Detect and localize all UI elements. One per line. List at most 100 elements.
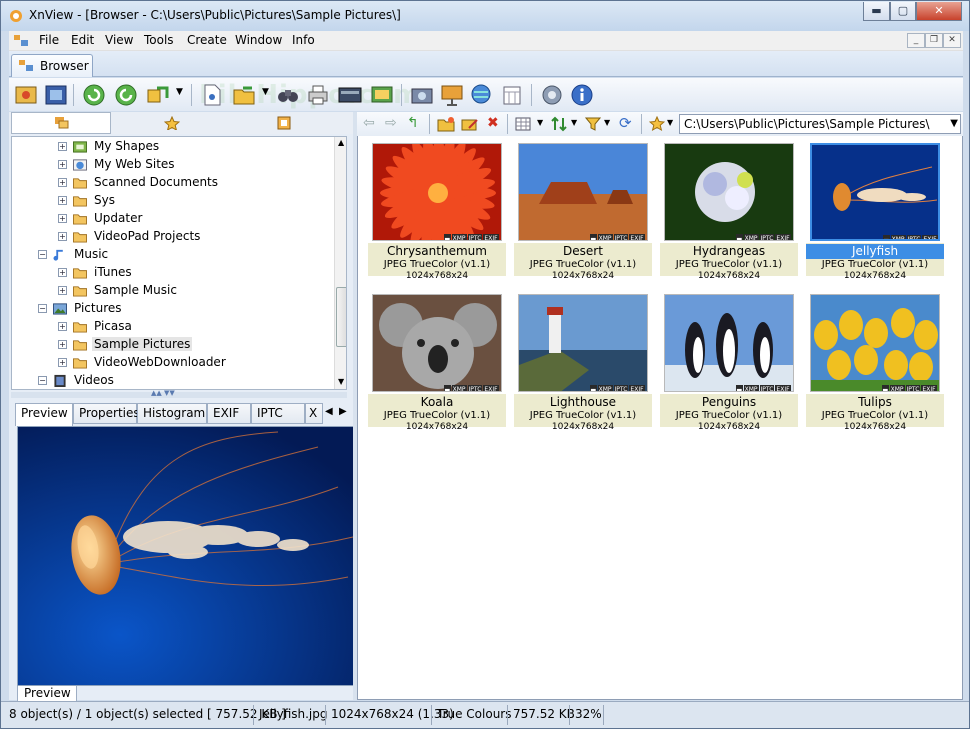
expand-toggle-icon[interactable]: + — [58, 340, 67, 349]
minimize-button[interactable]: ▬ — [863, 2, 890, 21]
thumbnail-item[interactable]: ▄ XMP IPTC EXIF Koala JPEG TrueColor (v1.1) 10… — [368, 287, 506, 432]
tree-node[interactable]: + My Web Sites — [58, 156, 328, 174]
favorite-dropdown-arrow-icon[interactable]: ▼ — [667, 118, 673, 127]
thumbnail-item[interactable]: ▄ XMP IPTC EXIF Lighthouse JPEG TrueColor (v1… — [514, 287, 652, 432]
tab-properties[interactable]: Properties — [73, 403, 140, 424]
preview-bottom-tab[interactable]: Preview — [17, 686, 77, 702]
tree-node[interactable]: − Videos — [38, 372, 308, 389]
expand-toggle-icon[interactable]: + — [58, 358, 67, 367]
tree-node[interactable]: + Sample Pictures — [58, 336, 328, 354]
tab-exif[interactable]: EXIF — [207, 403, 251, 424]
thumbnail-item[interactable]: ▄ XMP IPTC EXIF Desert JPEG TrueColor (v1.1) 1… — [514, 136, 652, 281]
thumbnail-image[interactable]: ▄ XMP IPTC EXIF — [518, 294, 648, 392]
web-page-icon[interactable] — [439, 82, 465, 108]
move-dropdown-arrow-icon[interactable]: ▼ — [262, 87, 269, 97]
tree-node[interactable]: − Pictures — [38, 300, 308, 318]
expand-toggle-icon[interactable]: + — [58, 178, 67, 187]
filter-icon[interactable] — [585, 116, 601, 132]
close-button[interactable]: ✕ — [916, 2, 962, 21]
expand-toggle-icon[interactable]: + — [58, 322, 67, 331]
tree-node[interactable]: + My Shapes — [58, 138, 328, 156]
rotate-left-icon[interactable] — [81, 82, 107, 108]
delete-icon[interactable]: ✖ — [487, 115, 499, 131]
scan-icon[interactable] — [337, 82, 363, 108]
mdi-close-button[interactable]: ✕ — [943, 33, 961, 48]
title-bar[interactable]: XnView - [Browser - C:\Users\Public\Pict… — [1, 1, 969, 31]
settings-gear-icon[interactable] — [539, 82, 565, 108]
menu-tools[interactable]: Tools — [140, 33, 178, 47]
maximize-button[interactable]: ▢ — [890, 2, 916, 21]
collapse-toggle-icon[interactable]: − — [38, 250, 47, 259]
tree-node[interactable]: + VideoWebDownloader — [58, 354, 328, 372]
slideshow-icon[interactable] — [369, 82, 395, 108]
back-arrow-icon[interactable]: ⇦ — [363, 115, 375, 131]
parent-folder-arrow-icon[interactable]: ↰ — [407, 115, 419, 131]
expand-toggle-icon[interactable]: + — [58, 232, 67, 241]
thumbnail-image[interactable]: ▄ XMP IPTC EXIF — [372, 143, 502, 241]
expand-toggle-icon[interactable]: + — [58, 160, 67, 169]
view-dropdown-arrow-icon[interactable]: ▼ — [537, 118, 543, 127]
sort-dropdown-arrow-icon[interactable]: ▼ — [571, 118, 577, 127]
convert-icon[interactable] — [145, 82, 171, 108]
forward-arrow-icon[interactable]: ⇨ — [385, 115, 397, 131]
expand-toggle-icon[interactable]: + — [58, 196, 67, 205]
scroll-down-arrow-icon[interactable]: ▼ — [338, 377, 344, 386]
find-binoculars-icon[interactable] — [275, 82, 301, 108]
globe-icon[interactable] — [469, 82, 495, 108]
tab-folders[interactable] — [11, 112, 111, 134]
thumbnail-image[interactable]: ▄ XMP IPTC EXIF — [518, 143, 648, 241]
menu-info[interactable]: Info — [288, 33, 319, 47]
path-input[interactable]: C:\Users\Public\Pictures\Sample Pictures… — [679, 114, 961, 134]
scroll-up-arrow-icon[interactable]: ▲ — [338, 138, 344, 147]
file-properties-icon[interactable] — [199, 82, 225, 108]
categories-icon[interactable] — [276, 116, 292, 130]
print-icon[interactable] — [305, 82, 331, 108]
thumbnail-item[interactable]: ▄ XMP IPTC EXIF Tulips JPEG TrueColor (v1.1) 1… — [806, 287, 944, 432]
tree-node[interactable]: + Sample Music — [58, 282, 328, 300]
tabs-scroll-left-icon[interactable]: ◀ — [325, 406, 333, 417]
thumbnail-image[interactable]: ▄ XMP IPTC EXIF — [372, 294, 502, 392]
thumbnail-item[interactable]: ▄ XMP IPTC EXIF Hydrangeas JPEG TrueColor (v1… — [660, 136, 798, 281]
rotate-right-icon[interactable] — [113, 82, 139, 108]
expand-toggle-icon[interactable]: + — [58, 214, 67, 223]
menu-edit[interactable]: Edit — [67, 33, 98, 47]
tree-node[interactable]: + Picasa — [58, 318, 328, 336]
thumbnail-item[interactable]: ▄ XMP IPTC EXIF Penguins JPEG TrueColor (v1.1… — [660, 287, 798, 432]
new-folder-icon[interactable] — [437, 116, 455, 132]
refresh-icon[interactable]: ⟳ — [619, 114, 632, 132]
folder-tree[interactable]: + My Shapes + My Web Sites + Scanned Document… — [11, 136, 347, 390]
view-mode-icon[interactable] — [515, 117, 531, 131]
mdi-minimize-button[interactable]: _ — [907, 33, 925, 48]
thumbnail-image[interactable]: ▄ XMP IPTC EXIF — [664, 294, 794, 392]
path-dropdown-arrow-icon[interactable]: ▼ — [950, 118, 958, 129]
horizontal-splitter[interactable]: ▲▲ ▼▼ — [11, 389, 347, 398]
tree-node[interactable]: + Sys — [58, 192, 328, 210]
tree-scrollbar[interactable]: ▲ ▼ — [334, 137, 346, 389]
about-info-icon[interactable] — [569, 82, 595, 108]
expand-toggle-icon[interactable]: + — [58, 142, 67, 151]
tree-node[interactable]: + VideoPad Projects — [58, 228, 328, 246]
tab-iptc[interactable]: IPTC — [251, 403, 305, 424]
scrollbar-thumb[interactable] — [336, 287, 346, 347]
add-favorite-star-icon[interactable] — [649, 116, 665, 131]
mdi-restore-button[interactable]: ❐ — [925, 33, 943, 48]
thumbnail-image[interactable]: ▄ XMP IPTC EXIF — [810, 143, 940, 241]
favorites-star-icon[interactable] — [164, 116, 180, 130]
tabs-scroll-right-icon[interactable]: ▶ — [339, 406, 347, 417]
calendar-icon[interactable] — [499, 82, 525, 108]
thumbnail-item[interactable]: ▄ XMP IPTC EXIF Chrysanthemum JPEG TrueColor … — [368, 136, 506, 281]
thumbnail-image[interactable]: ▄ XMP IPTC EXIF — [664, 143, 794, 241]
menu-view[interactable]: View — [101, 33, 137, 47]
expand-toggle-icon[interactable]: + — [58, 268, 67, 277]
collapse-toggle-icon[interactable]: − — [38, 376, 47, 385]
tab-histogram[interactable]: Histogram — [137, 403, 207, 424]
menu-create[interactable]: Create — [183, 33, 231, 47]
menu-file[interactable]: File — [35, 33, 63, 47]
capture-icon[interactable] — [409, 82, 435, 108]
collapse-toggle-icon[interactable]: − — [38, 304, 47, 313]
tree-node[interactable]: + Scanned Documents — [58, 174, 328, 192]
tab-preview[interactable]: Preview — [15, 403, 73, 426]
thumbnail-image[interactable]: ▄ XMP IPTC EXIF — [810, 294, 940, 392]
sort-icon[interactable] — [551, 116, 567, 132]
thumbnail-item[interactable]: ▄ XMP IPTC EXIF Jellyfish JPEG TrueColor (v1.… — [806, 136, 944, 281]
